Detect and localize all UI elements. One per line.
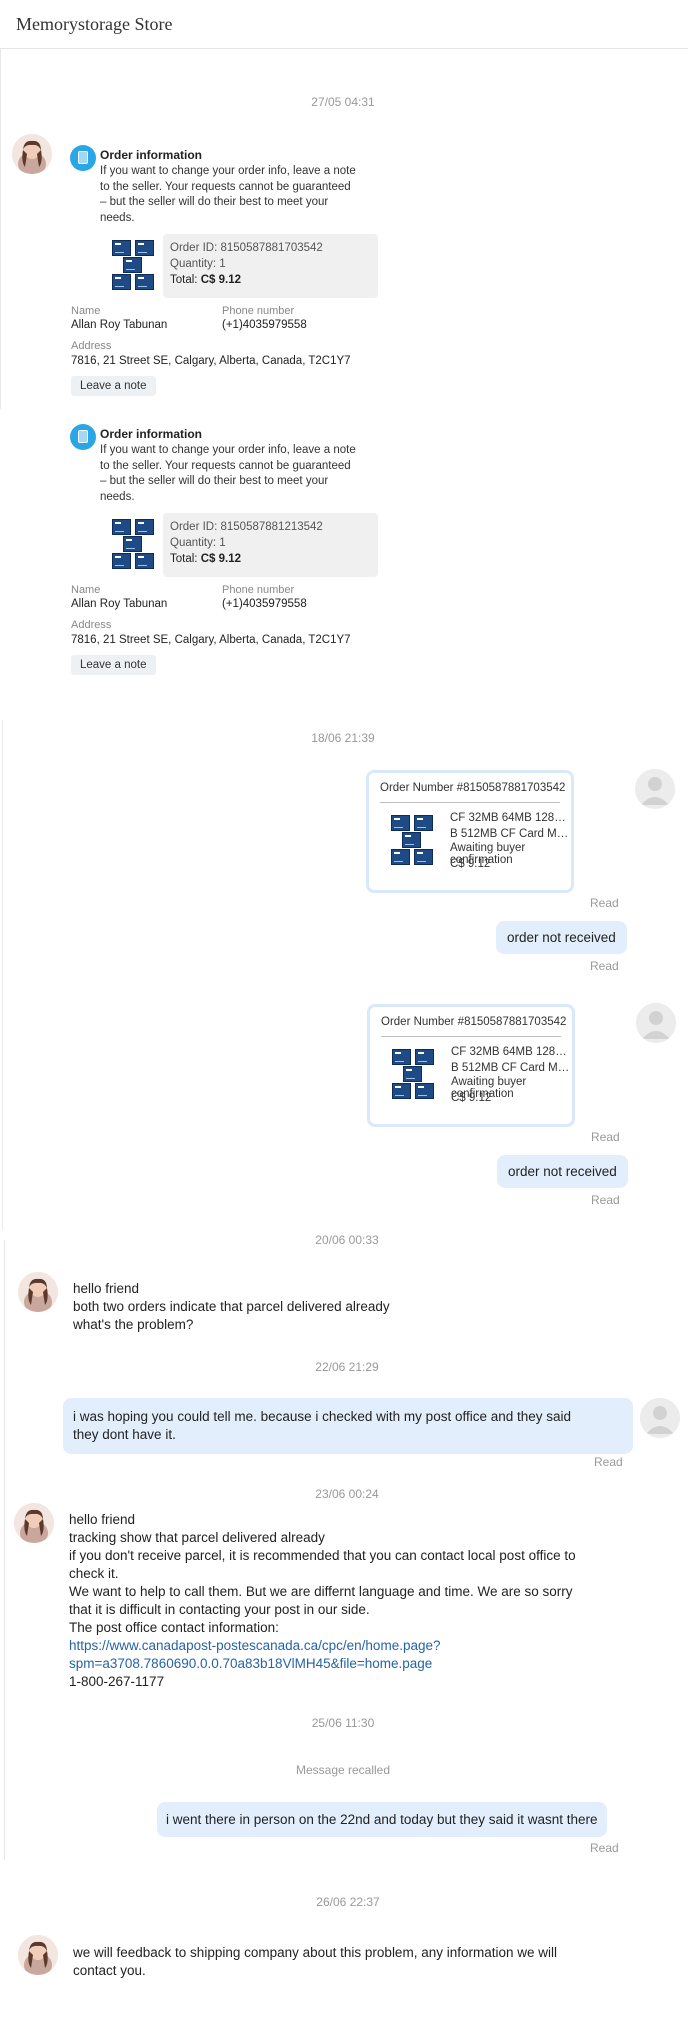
divider (0, 49, 1, 409)
name-label: Name (71, 584, 101, 596)
seller-message: hello friend both two orders indicate th… (73, 1281, 390, 1332)
buyer-avatar[interactable] (640, 1398, 680, 1438)
order-document-icon (70, 145, 96, 171)
phone-value: (+1)4035979558 (222, 319, 307, 331)
chat-header: Memorystorage Store (0, 0, 688, 49)
order-price: C$ 9.12 (451, 1092, 492, 1104)
timestamp: 25/06 11:30 (311, 1716, 375, 1730)
order-total: Total: C$ 9.12 (170, 274, 241, 286)
phone-label: Phone number (222, 305, 295, 317)
read-receipt: Read (591, 1130, 620, 1144)
buyer-avatar[interactable] (635, 769, 675, 809)
timestamp: 18/06 21:39 (311, 731, 375, 745)
order-price: C$ 9.12 (450, 858, 491, 870)
post-office-link[interactable]: https://www.canadapost-postescanada.ca/c… (69, 1637, 576, 1673)
product-name: CF 32MB 64MB 128MB 256M B 512MB CF Card … (450, 812, 570, 840)
buyer-avatar[interactable] (636, 1003, 676, 1043)
order-number: Order Number #8150587881703542 (380, 782, 566, 794)
order-id: Order ID: 8150587881703542 (170, 242, 323, 254)
seller-avatar[interactable] (18, 1272, 58, 1312)
address-value: 7816, 21 Street SE, Calgary, Alberta, Ca… (71, 355, 351, 367)
order-quantity: Quantity: 1 (170, 258, 226, 270)
phone-label: Phone number (222, 584, 295, 596)
product-thumbnail (390, 1047, 438, 1101)
phone-value: (+1)4035979558 (222, 598, 307, 610)
product-thumbnail[interactable] (110, 238, 158, 292)
timestamp: 26/06 22:37 (316, 1895, 380, 1909)
seller-avatar[interactable] (14, 1503, 54, 1543)
address-label: Address (71, 619, 112, 631)
order-info-card: Order information If you want to change … (70, 145, 380, 405)
post-office-phone: 1-800-267-1177 (69, 1674, 165, 1689)
address-label: Address (71, 340, 112, 352)
order-document-icon (70, 424, 96, 450)
name-value: Allan Roy Tabunan (71, 319, 168, 331)
name-value: Allan Roy Tabunan (71, 598, 168, 610)
product-name: CF 32MB 64MB 128MB 256M B 512MB CF Card … (451, 1046, 571, 1074)
order-summary-box[interactable]: Order ID: 8150587881703542 Quantity: 1 T… (163, 234, 378, 298)
read-receipt: Read (590, 1841, 619, 1855)
buyer-message-bubble: i went there in person on the 22nd and t… (157, 1802, 607, 1837)
product-thumbnail (389, 813, 437, 867)
timestamp: 22/06 21:29 (315, 1360, 379, 1374)
buyer-message-bubble: i was hoping you could tell me. because … (63, 1398, 633, 1454)
timestamp: 27/05 04:31 (311, 95, 375, 109)
timestamp: 20/06 00:33 (315, 1233, 379, 1247)
order-quantity: Quantity: 1 (170, 537, 226, 549)
seller-message: we will feedback to shipping company abo… (73, 1945, 557, 1978)
order-info-card: Order information If you want to change … (70, 424, 380, 684)
seller-message: hello friend tracking show that parcel d… (69, 1512, 576, 1689)
seller-avatar[interactable] (18, 1935, 58, 1975)
product-thumbnail[interactable] (110, 517, 158, 571)
address-value: 7816, 21 Street SE, Calgary, Alberta, Ca… (71, 634, 351, 646)
divider (380, 802, 560, 803)
read-receipt: Read (590, 896, 619, 910)
order-product-card[interactable]: Order Number #8150587881703542 CF 32MB 6… (366, 770, 574, 893)
name-label: Name (71, 305, 101, 317)
store-title: Memorystorage Store (16, 14, 173, 34)
recalled-notice: Message recalled (295, 1763, 391, 1777)
order-info-text: If you want to change your order info, l… (100, 165, 356, 224)
order-info-title: Order information (100, 427, 203, 441)
leave-a-note-button[interactable]: Leave a note (71, 376, 156, 396)
timestamp: 23/06 00:24 (315, 1487, 379, 1501)
read-receipt: Read (591, 1193, 620, 1207)
order-product-card[interactable]: Order Number #8150587881703542 CF 32MB 6… (367, 1004, 575, 1127)
order-number: Order Number #8150587881703542 (381, 1016, 567, 1028)
buyer-message-bubble: order not received (496, 921, 627, 954)
leave-a-note-button[interactable]: Leave a note (71, 655, 156, 675)
order-summary-box[interactable]: Order ID: 8150587881213542 Quantity: 1 T… (163, 513, 378, 577)
read-receipt: Read (590, 959, 619, 973)
order-total: Total: C$ 9.12 (170, 553, 241, 565)
order-id: Order ID: 8150587881213542 (170, 521, 323, 533)
divider (2, 720, 3, 1230)
divider (4, 1240, 5, 1860)
divider (381, 1036, 561, 1037)
order-info-text: If you want to change your order info, l… (100, 444, 356, 503)
buyer-message-bubble: order not received (497, 1155, 628, 1188)
seller-avatar[interactable] (12, 134, 52, 174)
order-info-title: Order information (100, 148, 203, 162)
read-receipt: Read (594, 1455, 623, 1469)
